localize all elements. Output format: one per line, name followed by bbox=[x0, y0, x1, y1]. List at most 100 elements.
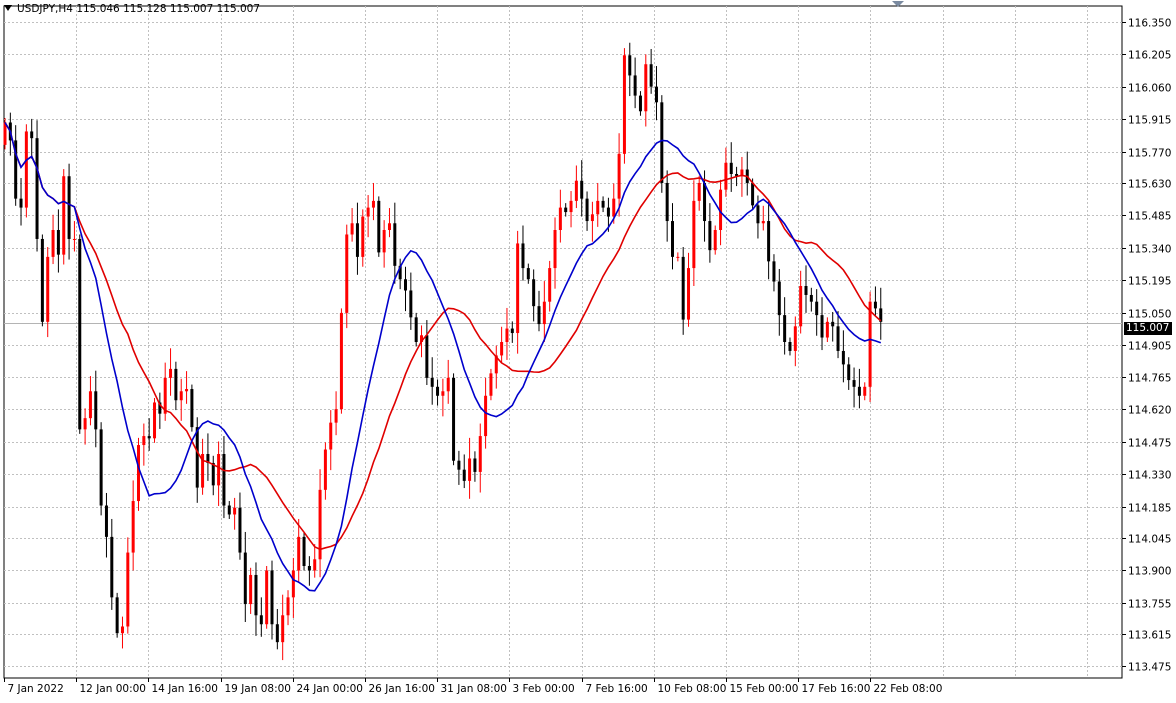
price-tick-label: 115.630 bbox=[1128, 179, 1171, 191]
price-tick-label: 114.185 bbox=[1128, 503, 1171, 515]
time-tick-label: 15 Feb 00:00 bbox=[730, 683, 799, 695]
candle-body bbox=[40, 238, 44, 322]
bull-candle bbox=[137, 437, 140, 511]
candle-body bbox=[265, 570, 269, 625]
candle-body bbox=[596, 200, 600, 215]
time-tick-label: 7 Feb 16:00 bbox=[586, 683, 648, 695]
candle-body bbox=[537, 306, 541, 325]
candle-body bbox=[126, 552, 130, 627]
candle-body bbox=[628, 55, 632, 76]
candle-body bbox=[104, 505, 108, 537]
price-tick-label: 114.765 bbox=[1128, 373, 1171, 385]
candle-body bbox=[558, 207, 562, 230]
bear-candle bbox=[302, 532, 306, 571]
candle-body bbox=[703, 182, 707, 222]
candle-body bbox=[78, 238, 82, 430]
candle-body bbox=[286, 597, 290, 616]
bear-candle bbox=[190, 384, 194, 432]
candle-body bbox=[526, 268, 530, 280]
candle-body bbox=[430, 377, 434, 387]
ohlc-high: 115.128 bbox=[123, 3, 167, 15]
candle-body bbox=[94, 391, 98, 430]
bear-candle bbox=[35, 120, 39, 252]
candle-body bbox=[622, 55, 626, 154]
candle-body bbox=[393, 223, 397, 266]
bull-candle bbox=[622, 48, 626, 164]
bull-candle bbox=[339, 308, 343, 414]
candle-body bbox=[414, 317, 418, 342]
bear-candle bbox=[452, 373, 456, 466]
candle-body bbox=[441, 391, 445, 396]
candle-body bbox=[751, 182, 755, 206]
bull-candle bbox=[62, 169, 66, 265]
candle-body bbox=[307, 566, 311, 571]
price-tick-label: 114.330 bbox=[1128, 470, 1171, 482]
candle-body bbox=[601, 200, 605, 208]
candle-body bbox=[681, 256, 685, 320]
candle-body bbox=[729, 162, 733, 174]
candle-body bbox=[852, 380, 856, 387]
candle-body bbox=[697, 182, 701, 201]
candle-body bbox=[446, 377, 450, 392]
candle-body bbox=[553, 230, 557, 269]
candle-body bbox=[142, 436, 146, 446]
candle-body bbox=[409, 290, 413, 318]
candle-body bbox=[580, 180, 584, 199]
candle-body bbox=[452, 377, 456, 461]
candle-body bbox=[532, 279, 536, 307]
candle-body bbox=[590, 214, 594, 222]
candle-body bbox=[291, 570, 295, 598]
dropdown-triangle-icon[interactable] bbox=[4, 5, 12, 11]
candle-body bbox=[217, 454, 221, 486]
price-tick-label: 115.195 bbox=[1128, 276, 1171, 288]
price-tick-label: 115.340 bbox=[1128, 244, 1171, 256]
candle-body bbox=[233, 507, 237, 515]
candle-body bbox=[660, 102, 664, 183]
candle-body bbox=[815, 301, 819, 316]
candle-body bbox=[62, 176, 66, 255]
candle-body bbox=[329, 422, 333, 450]
time-tick-label: 22 Feb 08:00 bbox=[874, 683, 943, 695]
candle-body bbox=[654, 86, 658, 103]
candle-body bbox=[302, 536, 306, 566]
price-tick-label: 115.485 bbox=[1128, 211, 1171, 223]
price-axis[interactable]: 116.350 116.205 116.060 115.915 115.770 115.6… bbox=[1122, 18, 1171, 674]
price-tick-label: 113.755 bbox=[1128, 599, 1171, 611]
candle-body bbox=[115, 597, 119, 634]
candle-body bbox=[387, 223, 391, 230]
time-axis[interactable]: 7 Jan 2022 12 Jan 00:00 14 Jan 16:00 19 Jan… bbox=[4, 678, 943, 695]
time-tick-label: 7 Jan 2022 bbox=[8, 683, 64, 695]
candle-body bbox=[841, 350, 845, 365]
candle-body bbox=[633, 75, 637, 96]
symbol-label: USDJPY,H4 bbox=[17, 3, 73, 15]
candle-body bbox=[211, 462, 215, 486]
price-tick-label: 114.620 bbox=[1128, 405, 1171, 417]
candle-body bbox=[825, 321, 829, 338]
bear-candle bbox=[40, 234, 44, 327]
candle-body bbox=[371, 200, 375, 208]
candle-body bbox=[793, 326, 797, 351]
candle-body bbox=[185, 389, 189, 392]
candle-body bbox=[612, 198, 616, 217]
price-tick-label: 115.770 bbox=[1128, 148, 1171, 160]
time-tick-label: 12 Jan 00:00 bbox=[80, 683, 146, 695]
price-tick-label: 114.475 bbox=[1128, 438, 1171, 450]
chart-canvas[interactable]: 116.350 116.205 116.060 115.915 115.770 115.6… bbox=[0, 0, 1176, 699]
time-tick-label: 3 Feb 00:00 bbox=[513, 683, 575, 695]
candle-body bbox=[863, 386, 867, 396]
candle-body bbox=[243, 552, 247, 605]
candle-body bbox=[457, 460, 461, 470]
bear-candle bbox=[414, 312, 418, 347]
candle-body bbox=[46, 256, 50, 322]
candle-body bbox=[644, 64, 648, 112]
candle-body bbox=[88, 391, 92, 419]
candle-body bbox=[489, 373, 493, 396]
candle-body bbox=[804, 286, 808, 295]
candle-body bbox=[222, 454, 226, 506]
price-chart[interactable]: 116.350 116.205 116.060 115.915 115.770 115.6… bbox=[0, 0, 1176, 699]
candle-body bbox=[462, 469, 466, 481]
candle-body bbox=[809, 294, 813, 302]
candle-body bbox=[473, 458, 477, 472]
candle-body bbox=[847, 364, 851, 381]
candle-body bbox=[713, 230, 717, 251]
